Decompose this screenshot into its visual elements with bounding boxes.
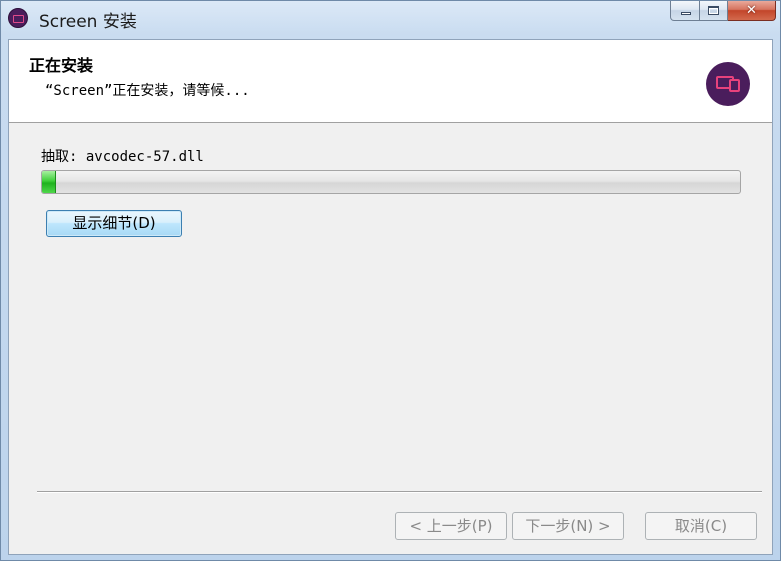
footer-divider bbox=[37, 491, 762, 493]
window-title: Screen 安装 bbox=[39, 12, 137, 32]
extract-status-text: 抽取: avcodec-57.dll bbox=[41, 149, 204, 165]
progress-fill bbox=[42, 171, 56, 193]
title-bar[interactable]: Screen 安装 ✕ bbox=[1, 1, 780, 37]
installer-window: Screen 安装 ✕ 正在安装 “Screen”正在安装，请等候... 抽取:… bbox=[0, 0, 781, 561]
close-icon: ✕ bbox=[746, 3, 757, 18]
caption-buttons: ✕ bbox=[670, 1, 776, 23]
maximize-icon bbox=[708, 6, 719, 15]
back-button[interactable]: < 上一步(P) bbox=[395, 512, 507, 540]
screen-app-icon bbox=[8, 8, 28, 28]
maximize-button[interactable] bbox=[700, 1, 728, 21]
next-button[interactable]: 下一步(N) > bbox=[512, 512, 624, 540]
page-title: 正在安装 bbox=[29, 56, 94, 75]
client-area: 正在安装 “Screen”正在安装，请等候... 抽取: avcodec-57.… bbox=[8, 39, 773, 555]
header-panel: 正在安装 “Screen”正在安装，请等候... bbox=[9, 40, 772, 123]
cancel-button[interactable]: 取消(C) bbox=[645, 512, 757, 540]
minimize-icon bbox=[681, 12, 691, 15]
close-button[interactable]: ✕ bbox=[728, 1, 776, 21]
page-subtitle: “Screen”正在安装，请等候... bbox=[45, 83, 250, 99]
phone-shape bbox=[729, 79, 740, 92]
show-details-button[interactable]: 显示细节(D) bbox=[46, 210, 182, 237]
minimize-button[interactable] bbox=[670, 1, 700, 21]
screen-logo-icon bbox=[706, 62, 750, 106]
install-progress-bar bbox=[41, 170, 741, 194]
